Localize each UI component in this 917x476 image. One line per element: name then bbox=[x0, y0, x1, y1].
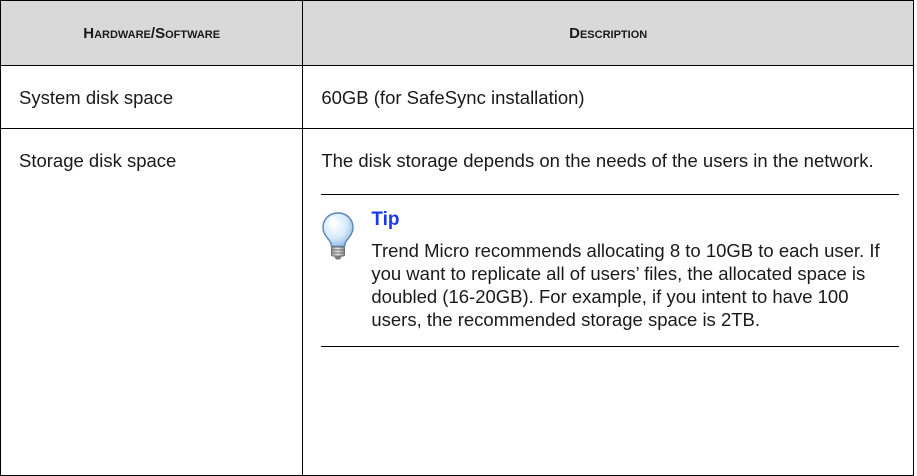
row-description-text: The disk storage depends on the needs of… bbox=[321, 150, 874, 171]
table-row: System disk space 60GB (for SafeSync ins… bbox=[0, 65, 914, 129]
row-description-cell: 60GB (for SafeSync installation) bbox=[302, 65, 914, 129]
tip-body: Tip Trend Micro recommends allocating 8 … bbox=[361, 207, 899, 331]
tip-title: Tip bbox=[371, 209, 400, 230]
row-item-cell: System disk space bbox=[0, 65, 304, 129]
row-item-label: Storage disk space bbox=[19, 150, 177, 171]
row-item-cell: Storage disk space bbox=[0, 128, 304, 476]
table-header-row: Hardware/Software Description bbox=[0, 0, 914, 66]
row-item-label: System disk space bbox=[19, 87, 174, 108]
header-hardware-software: Hardware/Software bbox=[0, 0, 304, 66]
lightbulb-icon bbox=[321, 207, 361, 331]
row-description-text: 60GB (for SafeSync installation) bbox=[321, 87, 585, 108]
table-row: Storage disk space The disk storage depe… bbox=[0, 128, 914, 476]
header-description: Description bbox=[302, 0, 914, 66]
tip-callout: Tip Trend Micro recommends allocating 8 … bbox=[321, 194, 900, 347]
tip-text: Trend Micro recommends allocating 8 to 1… bbox=[371, 240, 880, 330]
description-content: The disk storage depends on the needs of… bbox=[303, 129, 913, 347]
requirements-table: Hardware/Software Description System dis… bbox=[0, 0, 914, 476]
row-description-cell: The disk storage depends on the needs of… bbox=[302, 128, 914, 476]
